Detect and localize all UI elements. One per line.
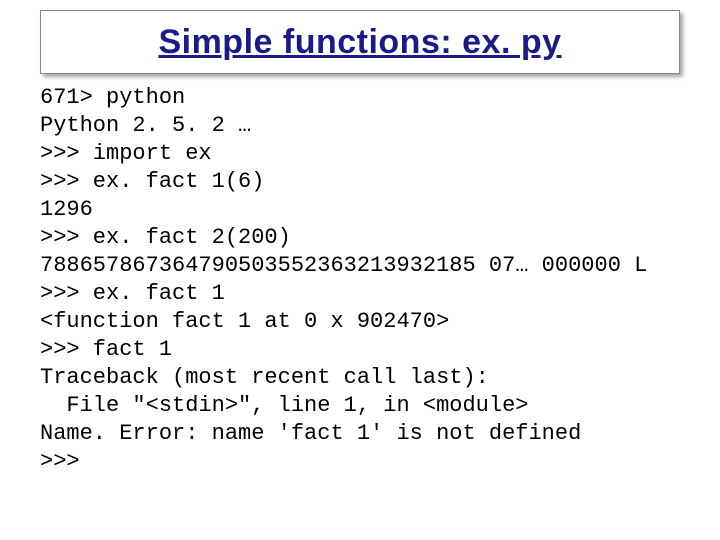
- code-line: 671> python: [40, 85, 185, 110]
- code-line: Name. Error: name 'fact 1' is not define…: [40, 421, 581, 446]
- code-line: >>>: [40, 449, 80, 474]
- slide-title: Simple functions: ex. py: [158, 23, 561, 62]
- code-block: 671> python Python 2. 5. 2 … >>> import …: [40, 84, 680, 476]
- code-line: Traceback (most recent call last):: [40, 365, 489, 390]
- title-box: Simple functions: ex. py: [40, 10, 680, 74]
- code-line: >>> fact 1: [40, 337, 172, 362]
- code-line: >>> import ex: [40, 141, 212, 166]
- code-line: <function fact 1 at 0 x 902470>: [40, 309, 449, 334]
- code-line: >>> ex. fact 1: [40, 281, 225, 306]
- code-line: 788657867364790503552363213932185 07… 00…: [40, 253, 647, 278]
- code-line: File "<stdin>", line 1, in <module>: [40, 393, 528, 418]
- code-line: >>> ex. fact 2(200): [40, 225, 291, 250]
- code-line: Python 2. 5. 2 …: [40, 113, 251, 138]
- code-line: 1296: [40, 197, 93, 222]
- slide: Simple functions: ex. py 671> python Pyt…: [0, 0, 720, 540]
- code-line: >>> ex. fact 1(6): [40, 169, 264, 194]
